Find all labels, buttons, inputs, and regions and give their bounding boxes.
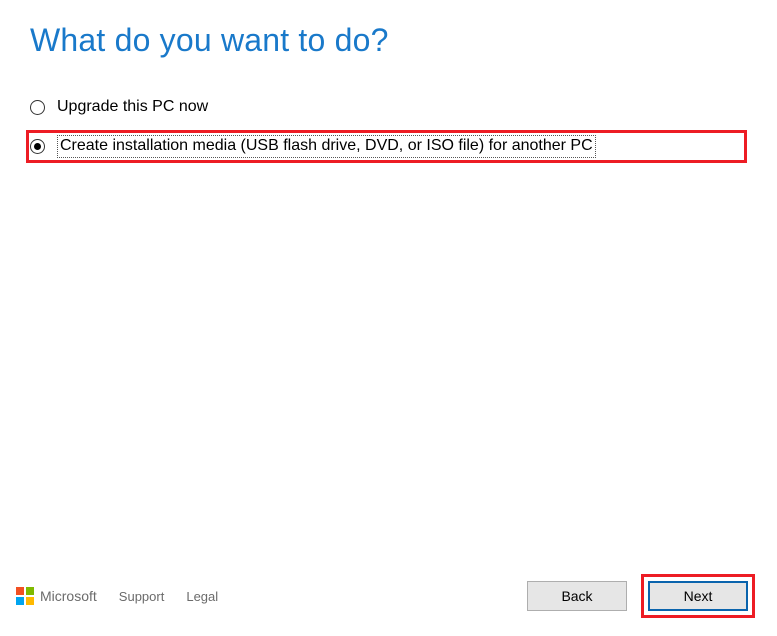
- radio-icon: [30, 100, 45, 115]
- radio-label-create-media: Create installation media (USB flash dri…: [60, 137, 593, 154]
- footer-right: Back Next: [527, 574, 755, 618]
- radio-option-create-media[interactable]: Create installation media (USB flash dri…: [26, 130, 747, 163]
- legal-link[interactable]: Legal: [186, 589, 218, 604]
- support-link[interactable]: Support: [119, 589, 165, 604]
- footer: Microsoft Support Legal Back Next: [0, 574, 777, 618]
- radio-label-upgrade: Upgrade this PC now: [57, 98, 208, 115]
- microsoft-logo-icon: [16, 587, 34, 605]
- microsoft-text: Microsoft: [40, 588, 97, 604]
- next-button[interactable]: Next: [648, 581, 748, 611]
- radio-option-upgrade[interactable]: Upgrade this PC now: [30, 97, 747, 118]
- footer-left: Microsoft Support Legal: [16, 587, 218, 605]
- setup-page: What do you want to do? Upgrade this PC …: [0, 0, 777, 163]
- back-button[interactable]: Back: [527, 581, 627, 611]
- page-title: What do you want to do?: [30, 22, 747, 59]
- microsoft-brand: Microsoft: [16, 587, 97, 605]
- radio-icon: [30, 139, 45, 154]
- options-radio-group: Upgrade this PC now Create installation …: [30, 97, 747, 163]
- next-button-highlight: Next: [641, 574, 755, 618]
